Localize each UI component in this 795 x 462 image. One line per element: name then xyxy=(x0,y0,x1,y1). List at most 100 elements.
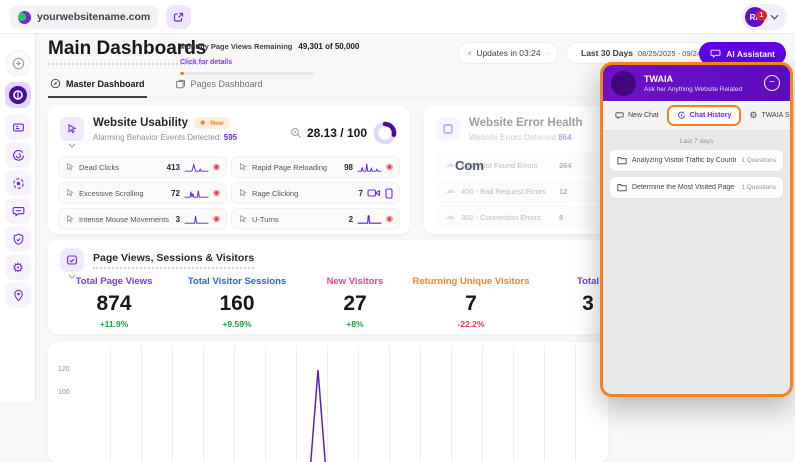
chat-icon xyxy=(12,205,25,218)
quota-label: Monthly Page Views Remaining xyxy=(180,42,292,51)
collapse-button[interactable]: − xyxy=(764,75,780,91)
usability-card-icon-box xyxy=(60,117,84,141)
cursor-icon xyxy=(238,214,248,224)
twaia-avatar xyxy=(611,71,636,96)
usability-score: 28.13 / 100 xyxy=(307,126,367,140)
stat-delta: +11.9% xyxy=(76,319,153,329)
topbar: yourwebsitename.com RF 1 xyxy=(0,0,795,34)
recording-icon[interactable]: ◉ xyxy=(386,215,393,223)
stat-value: 160 xyxy=(188,292,286,316)
gear-icon: ⚙ xyxy=(12,261,24,274)
quota-widget: Monthly Page Views Remaining 49,301 of 5… xyxy=(180,42,330,75)
metric-dead-clicks: Dead Clicks 413 ◉ xyxy=(58,156,227,178)
tab-label: Master Dashboard xyxy=(66,79,145,89)
sidebar-item-location[interactable] xyxy=(5,282,31,308)
stat-value: 27 xyxy=(327,292,384,316)
stat-total-page-views: Total Page Views 874 +11.9% xyxy=(76,276,153,329)
tab-pages-dashboard[interactable]: Pages Dashboard xyxy=(173,74,265,97)
plus-circle-icon xyxy=(12,57,25,70)
stats-card: Page Views, Sessions & Visitors Total Pa… xyxy=(48,240,608,334)
recording-icon[interactable]: ◉ xyxy=(213,189,220,197)
detected-count: 595 xyxy=(224,133,237,142)
twaia-history-list: Last 7 days Analyzing Visitor Traffic by… xyxy=(603,138,790,198)
metric-label: Rage Clicking xyxy=(252,189,355,198)
stat-label: Total xyxy=(577,276,599,287)
date-range-picker[interactable]: Last 30 Days 08/25/2025 - 09/24/2025 xyxy=(566,42,716,64)
sparkline xyxy=(184,188,209,199)
tab-master-dashboard[interactable]: Master Dashboard xyxy=(48,74,147,98)
sidebar-item-shield[interactable] xyxy=(5,226,31,252)
recording-icon[interactable]: ◉ xyxy=(213,163,220,171)
metric-value: 72 xyxy=(171,189,180,198)
sidebar-item-dashboards[interactable] xyxy=(5,82,31,108)
metric-label: Intense Mouse Movements xyxy=(79,215,172,224)
twaia-tabs: New Chat Chat History ⚙ TWAIA Settings xyxy=(603,101,790,131)
sidebar-item-add[interactable] xyxy=(5,50,31,76)
metric-excessive-scrolling: Excessive Scrolling 72 ◉ xyxy=(58,182,227,204)
folder-icon xyxy=(617,156,627,165)
recording-icon[interactable]: ◉ xyxy=(213,215,220,223)
dashboard-donut-icon xyxy=(9,86,27,104)
expand-chevron-icon[interactable] xyxy=(68,143,76,148)
cloud-icon: ☁ xyxy=(445,186,455,196)
stat-label: New Visitors xyxy=(327,276,384,287)
mobile-icon[interactable] xyxy=(385,188,393,199)
sidebar-item-card[interactable] xyxy=(5,114,31,140)
tab-label: TWAIA Settings xyxy=(761,112,793,119)
open-website-button[interactable] xyxy=(166,5,191,29)
chat-icon xyxy=(615,111,624,120)
recording-icon[interactable]: ◉ xyxy=(386,163,393,171)
card-icon xyxy=(12,121,25,134)
stat-delta: -22.2% xyxy=(412,319,529,329)
external-link-icon xyxy=(173,12,184,23)
usability-subtitle: Alarming Behavior Events Detected: 595 xyxy=(93,133,237,142)
video-icon[interactable] xyxy=(367,188,381,198)
stat-returning-unique-visitors: Returning Unique Visitors 7 -22.2% xyxy=(412,276,529,329)
quota-details-link[interactable]: Click for details xyxy=(180,59,232,66)
range-label: Last 30 Days xyxy=(581,48,633,58)
history-item-meta: 1 Questions xyxy=(741,184,776,191)
chat-bubble-icon xyxy=(710,48,721,59)
history-item[interactable]: Analyzing Visitor Traffic by Country 1 Q… xyxy=(610,150,783,171)
updates-dropdown[interactable]: Updates in 03:24 xyxy=(458,42,558,64)
stat-value: 874 xyxy=(76,292,153,316)
sidebar-item-target[interactable] xyxy=(5,170,31,196)
tab-new-chat[interactable]: New Chat xyxy=(609,107,665,124)
sidebar-item-swirl[interactable] xyxy=(5,142,31,168)
error-count: 864 xyxy=(558,133,571,142)
sidebar: ⚙ xyxy=(0,34,36,401)
user-menu[interactable]: RF 1 xyxy=(741,4,787,30)
cursor-icon xyxy=(65,188,75,198)
ai-assistant-label: AI Assistant xyxy=(726,49,775,59)
sidebar-item-chat[interactable] xyxy=(5,198,31,224)
window-check-icon xyxy=(66,254,78,266)
stat-label: Total Page Views xyxy=(76,276,153,287)
twaia-subtitle: Ask her Anything Website Related xyxy=(644,86,756,93)
metric-value: 2 xyxy=(349,215,353,224)
sparkline xyxy=(184,162,209,173)
twaia-title: TWAIA xyxy=(644,74,756,84)
stat-new-visitors: New Visitors 27 +8% xyxy=(327,276,384,329)
error-label: 302 - Connection Errors xyxy=(461,213,541,222)
notification-badge: 1 xyxy=(756,10,767,21)
tab-twaia-settings[interactable]: ⚙ TWAIA Settings xyxy=(743,107,793,124)
stat-value: 7 xyxy=(412,292,529,316)
history-item-title: Determine the Most Visited Page on My We… xyxy=(632,184,736,191)
history-item[interactable]: Determine the Most Visited Page on My We… xyxy=(610,177,783,198)
sidebar-item-settings[interactable]: ⚙ xyxy=(5,254,31,280)
dashboard-tabs: Master Dashboard Pages Dashboard xyxy=(48,74,588,98)
score-donut-gauge xyxy=(372,120,398,146)
tab-chat-history[interactable]: Chat History xyxy=(667,105,742,126)
history-icon xyxy=(677,111,686,120)
chart-card: 120 100 xyxy=(48,342,608,462)
website-usability-card: Website Usability ✸ New Alarming Behavio… xyxy=(48,106,410,234)
history-section-label: Last 7 days xyxy=(603,138,790,145)
magnifier-plus-icon xyxy=(290,127,302,139)
cloud-icon: ☁ xyxy=(445,160,455,170)
tab-label: Pages Dashboard xyxy=(191,79,263,89)
metric-label: U-Turns xyxy=(252,215,345,224)
metric-label: Rapid Page Reloading xyxy=(252,163,340,172)
website-selector[interactable]: yourwebsitename.com xyxy=(10,5,158,29)
website-name: yourwebsitename.com xyxy=(37,11,150,23)
error-title: Website Error Health xyxy=(469,117,583,129)
